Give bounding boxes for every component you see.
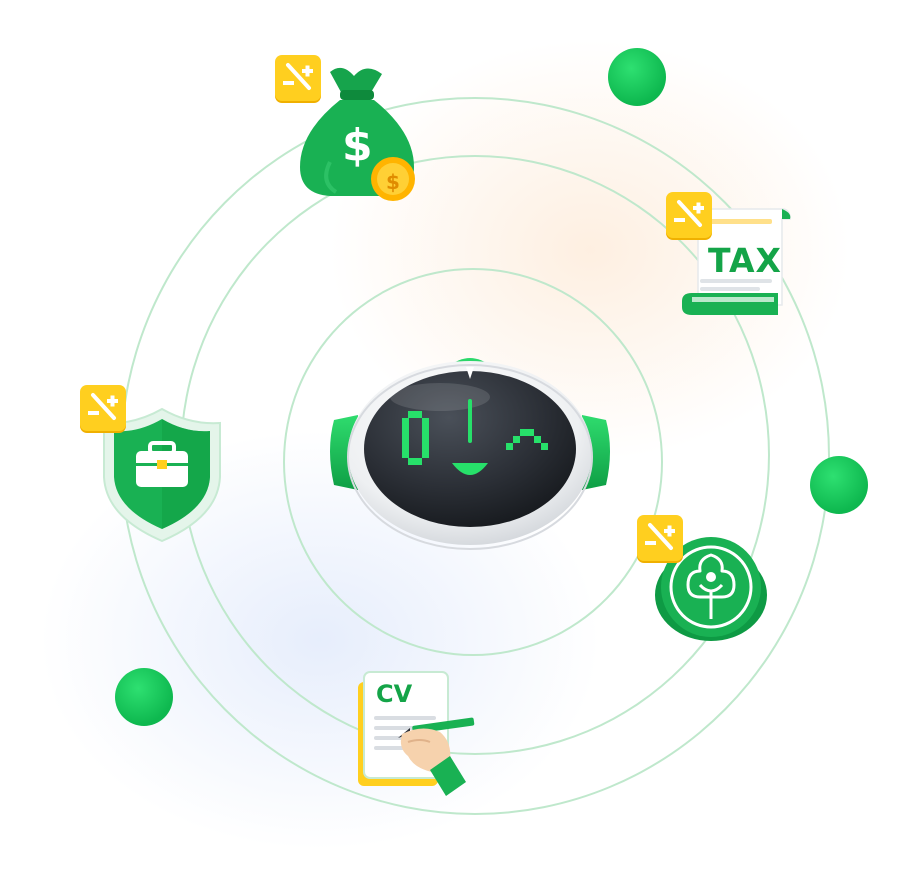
- svg-text:$: $: [386, 170, 400, 194]
- adjust-badge-icon: [637, 515, 683, 561]
- decor-dot-bottom-left: [115, 668, 173, 726]
- decor-dot-right: [810, 456, 868, 514]
- robot-icon: [320, 345, 620, 555]
- cv-document-icon: CV: [352, 668, 482, 800]
- adjust-badge-icon: [666, 192, 712, 238]
- decor-dot-top: [608, 48, 666, 106]
- svg-text:$: $: [342, 120, 373, 171]
- tax-label: TAX: [708, 241, 782, 280]
- adjust-badge-icon: [80, 385, 126, 431]
- cv-label: CV: [376, 680, 413, 708]
- adjust-badge-icon: [275, 55, 321, 101]
